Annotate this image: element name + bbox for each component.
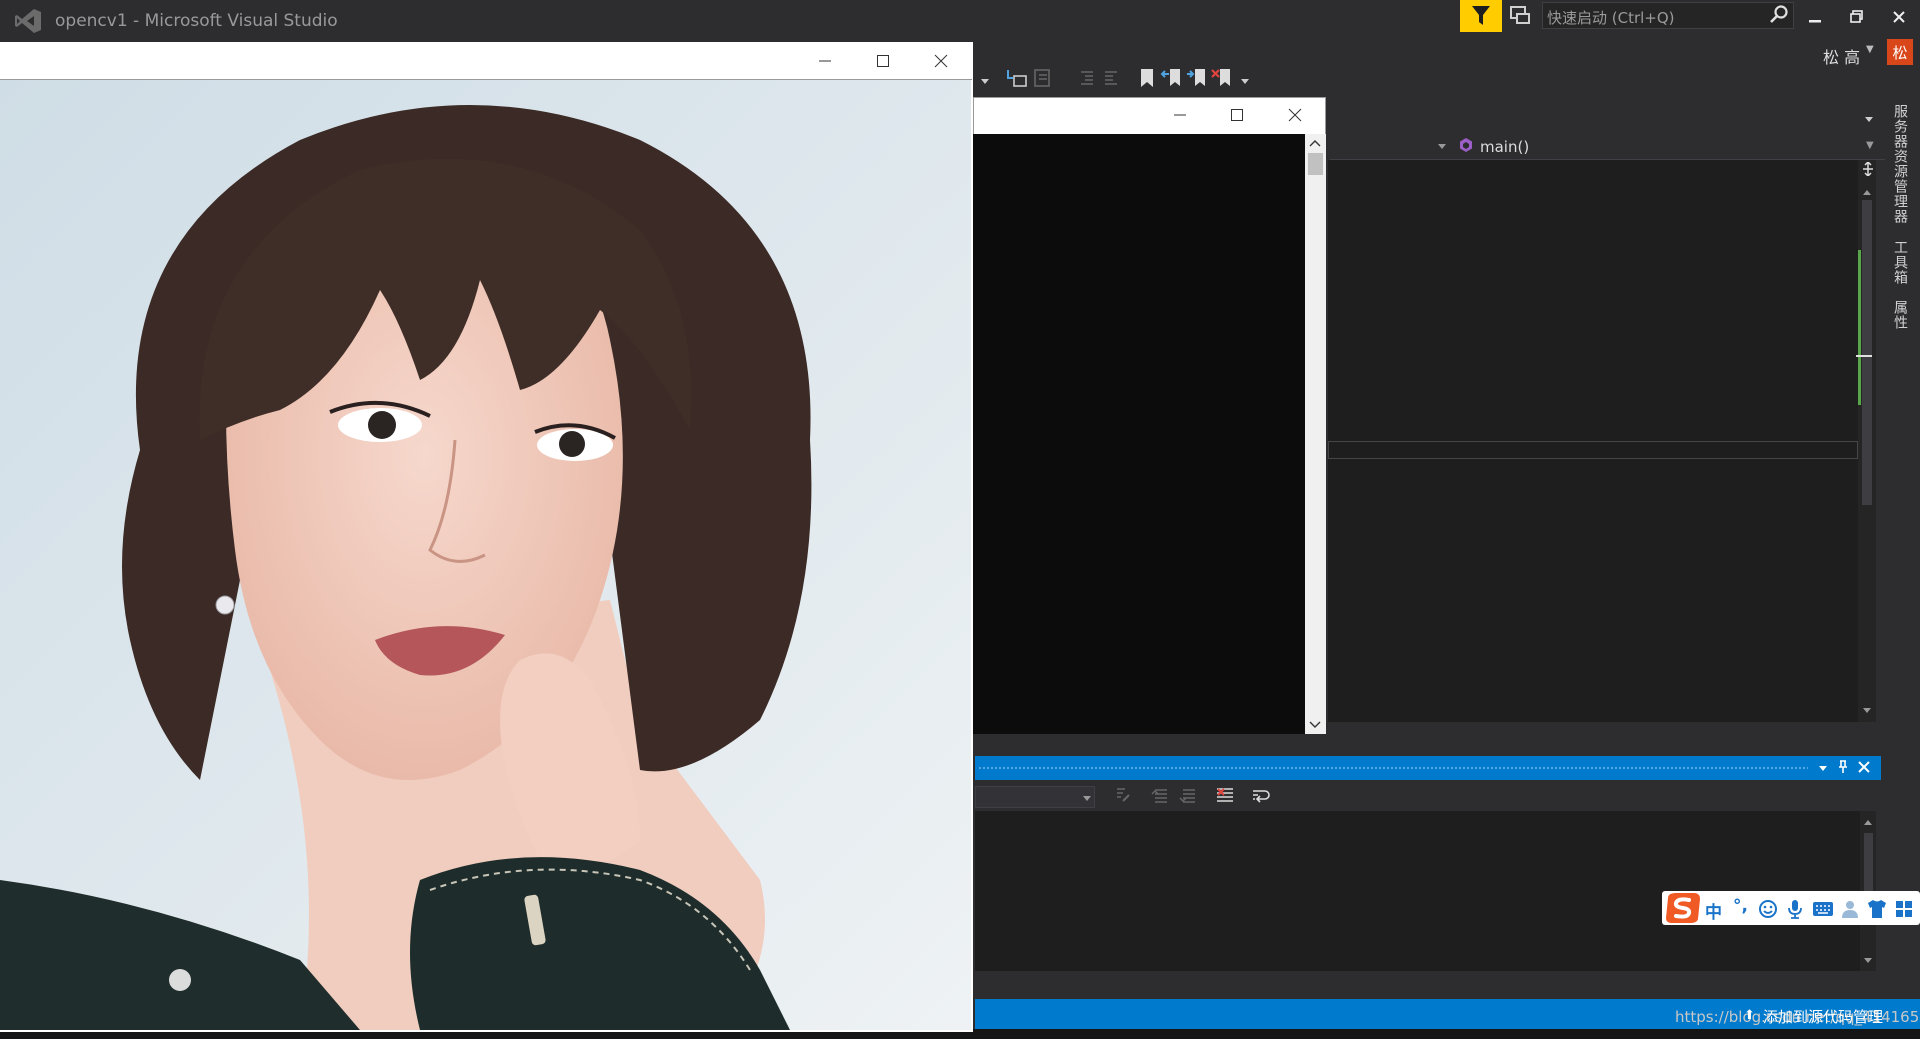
output-horizontal-scrollbar[interactable] [975,972,1876,986]
search-icon[interactable] [1768,4,1790,26]
outdent-icon[interactable] [1099,66,1123,90]
close-icon [934,54,948,68]
minimize-icon [1809,20,1821,23]
indent-icon[interactable] [1075,66,1099,90]
upload-arrow-icon[interactable]: ⬆ [1744,1008,1755,1023]
image-minimize-button[interactable] [810,48,840,74]
overflow-chevron-icon[interactable] [980,76,990,86]
chevron-down-icon[interactable]: ▼ [1866,44,1874,55]
pin-icon[interactable] [1837,760,1849,774]
output-panel-toolbar [975,781,1881,811]
shirt-icon[interactable] [1866,899,1888,919]
chevron-down-icon[interactable] [1864,114,1874,124]
minimize-icon [819,60,831,62]
add-to-source-control[interactable]: 添加到源代码管理 [1763,1006,1883,1027]
output-source-dropdown[interactable] [975,786,1095,808]
window-title: opencv1 - Microsoft Visual Studio [55,11,338,31]
scrollbar-thumb[interactable] [1308,153,1323,175]
close-button[interactable] [1879,2,1919,32]
filter-flag-icon [1472,6,1490,25]
emoji-icon[interactable] [1758,899,1778,919]
scrollbar-thumb[interactable] [1862,200,1872,505]
word-wrap-icon[interactable] [1250,785,1272,807]
ime-chinese-mode[interactable]: 中 [1705,898,1722,923]
clear-bookmarks-icon[interactable] [1210,66,1234,90]
scroll-down-icon[interactable] [1862,707,1872,715]
quick-launch-input[interactable]: 快速启动 (Ctrl+Q) [1547,7,1675,28]
image-close-button[interactable] [926,48,956,74]
scroll-up-icon[interactable] [1862,188,1872,196]
grid-icon[interactable] [1894,899,1914,919]
console-close-button[interactable] [1280,102,1310,128]
displayed-photo [0,80,971,1030]
clear-all-icon[interactable] [1214,785,1236,807]
text-editor-toolbar [975,66,1265,96]
chevron-down-icon[interactable] [1082,793,1092,803]
scroll-up-icon[interactable] [1309,139,1321,148]
maximize-icon [877,55,889,67]
console-output[interactable] [973,134,1305,734]
find-icon[interactable] [1113,785,1135,807]
restore-icon [1850,10,1863,23]
minimize-icon [1174,114,1186,116]
console-maximize-button[interactable] [1222,102,1252,128]
maximize-icon [1231,109,1243,121]
tab-toolbox[interactable]: 工具箱 [1890,240,1910,285]
console-minimize-button[interactable] [1165,102,1195,128]
tab-server-explorer[interactable]: 服务器资源管理器 [1890,104,1910,224]
member-dropdown[interactable]: main() [1480,138,1529,156]
side-tool-tabs: 服务器资源管理器 工具箱 属性 [1882,100,1920,360]
bookmark-icon[interactable] [1135,66,1159,90]
next-bookmark-icon[interactable] [1185,66,1209,90]
console-scrollbar[interactable] [1305,134,1326,734]
scroll-down-icon[interactable] [1863,957,1873,965]
uncomment-icon[interactable] [1031,66,1055,90]
panel-grip [978,766,1808,770]
avatar[interactable]: 松 [1887,39,1913,65]
panel-menu-chevron-icon[interactable] [1818,763,1828,773]
close-icon [1893,11,1905,23]
change-tracking-bar [1858,250,1861,405]
editor-navigation-bar [1330,133,1885,160]
chevron-down-icon[interactable]: ▼ [1866,140,1874,151]
close-icon [1288,108,1302,122]
tab-properties[interactable]: 属性 [1890,300,1910,330]
keyboard-icon[interactable] [1812,900,1834,918]
prev-bookmark-icon[interactable] [1160,66,1184,90]
notifications-button[interactable] [1460,0,1502,32]
sogou-logo-icon[interactable] [1664,891,1702,925]
method-icon [1460,138,1472,152]
toolbar-options-icon[interactable] [1240,76,1250,86]
scope-dropdown-chevron-icon[interactable] [1437,141,1447,151]
scroll-up-icon[interactable] [1863,818,1873,826]
feedback-icon[interactable] [1508,4,1534,28]
account-name[interactable]: 松 高 [1823,44,1860,68]
minimize-button[interactable] [1795,2,1835,32]
prev-message-icon[interactable] [1149,785,1171,807]
restore-button[interactable] [1837,2,1877,32]
ime-punctuation-mode[interactable]: °, [1733,896,1748,916]
split-handle-icon[interactable] [1862,162,1874,176]
image-maximize-button[interactable] [868,48,898,74]
scroll-down-icon[interactable] [1309,720,1321,729]
next-message-icon[interactable] [1177,785,1199,807]
user-icon[interactable] [1840,899,1860,919]
mic-icon[interactable] [1786,898,1804,920]
visual-studio-logo-icon [15,9,41,33]
close-icon[interactable] [1858,761,1870,773]
step-back-icon[interactable] [1005,66,1029,90]
current-line-highlight [1328,441,1858,459]
scroll-position-marker [1856,355,1872,357]
